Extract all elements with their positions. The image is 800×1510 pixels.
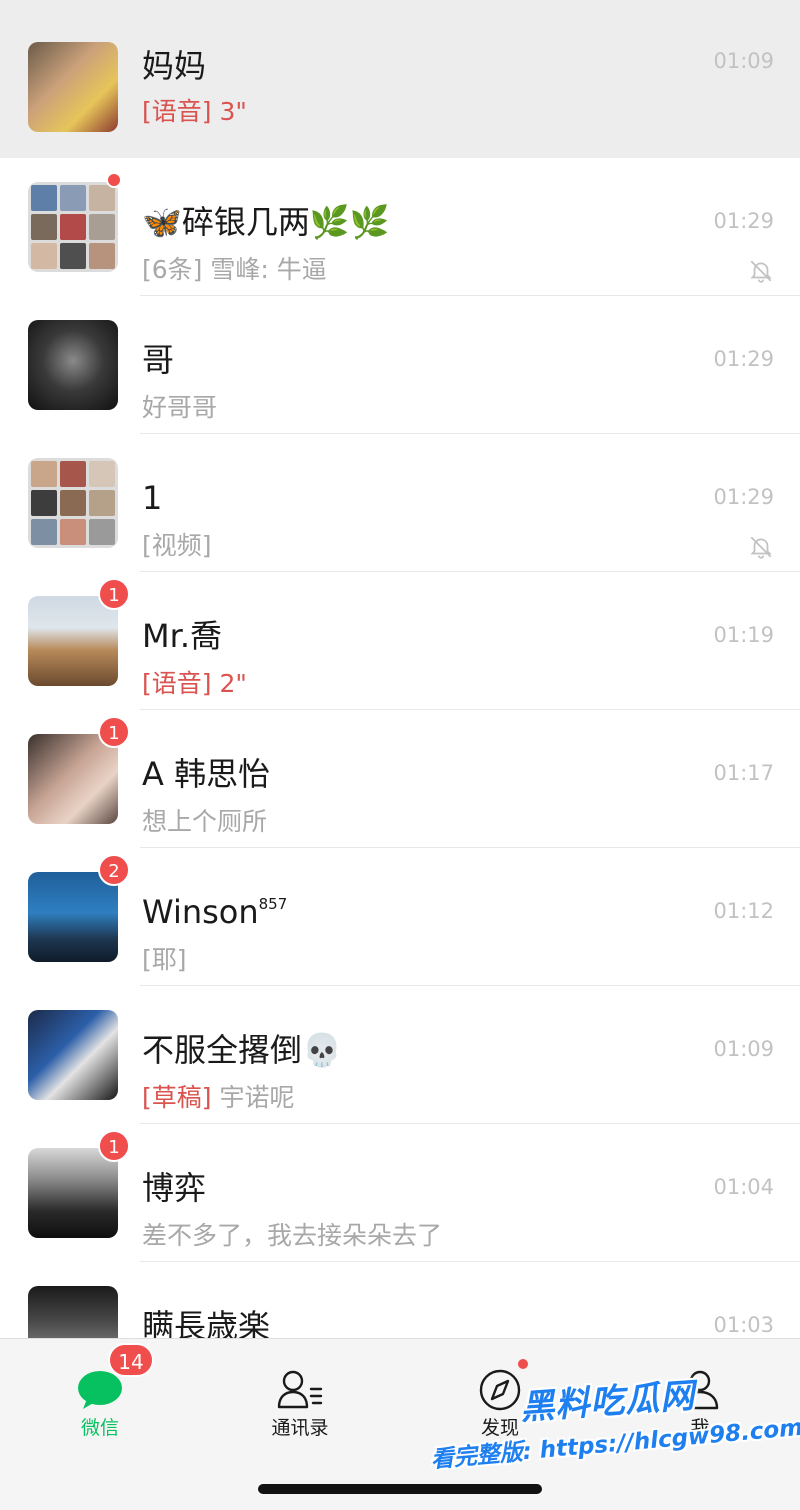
chat-row-group-1[interactable]: 1 [视频] 01:29 [0,434,800,572]
chat-name: 不服全撂倒💀 [142,1031,342,1069]
chat-list: 妈妈 [语音] 3" 01:09 🦋碎银几两🌿🌿 [6条] 雪峰: 牛逼 01:… [0,0,800,1338]
chat-name: Mr.喬 [142,617,223,655]
tab-label: 通讯录 [271,1417,329,1439]
chat-name: A 韩思怡 [142,755,271,793]
chat-preview: 差不多了，我去接朵朵去了 [142,1221,443,1250]
preview-tag: [语音] 2" [142,669,247,698]
tab-label: 微信 [80,1417,119,1439]
chat-name: 妈妈 [142,47,207,85]
avatar [28,872,118,962]
chat-name-sup: 857 [258,895,288,913]
tab-weixin[interactable]: 14 微信 [0,1339,200,1469]
unread-badge: 1 [98,716,130,748]
chat-row-ge[interactable]: 哥 好哥哥 01:29 [0,296,800,434]
chat-preview: 好哥哥 [142,393,218,422]
avatar [28,42,118,132]
avatar [28,1286,118,1338]
avatar [28,320,118,410]
chat-row-mama[interactable]: 妈妈 [语音] 3" 01:09 [0,0,800,158]
group-avatar [28,458,118,548]
chat-row-mr-qiao[interactable]: 1 Mr.喬 [语音] 2" 01:19 [0,572,800,710]
chat-time: 01:09 [713,49,774,73]
chat-time: 01:29 [713,209,774,233]
chat-preview: [语音] 3" [142,96,247,128]
chat-name: 1 [142,479,163,517]
chat-time: 01:29 [713,347,774,371]
avatar [28,1148,118,1238]
chat-time: 01:19 [713,623,774,647]
mute-bell-icon [750,536,772,559]
draft-tag: [草稿] [142,1083,212,1112]
contacts-icon [277,1370,323,1409]
avatar [28,596,118,686]
chat-name: 博弈 [142,1169,207,1207]
chat-preview: 想上个厕所 [142,807,268,836]
group-avatar [28,182,118,272]
chat-row-bufu[interactable]: 不服全撂倒💀 [草稿] 宇诺呢 01:09 [0,986,800,1124]
chat-name-text: Winson [142,893,259,931]
preview-tag: [语音] 3" [142,97,247,126]
chat-preview: [耶] [142,945,187,974]
chat-preview: [语音] 2" [142,668,247,700]
unread-badge: 2 [98,854,130,886]
tab-contacts[interactable]: 通讯录 [200,1339,400,1469]
avatar [28,1010,118,1100]
chat-row-manchang[interactable]: 瞒長歳楽 01:03 [0,1262,800,1338]
chat-time: 01:09 [713,1037,774,1061]
unread-dot [106,172,122,188]
unread-badge: 1 [98,578,130,610]
home-indicator[interactable] [258,1484,542,1494]
chat-time: 01:17 [713,761,774,785]
chat-row-boyi[interactable]: 1 博弈 差不多了，我去接朵朵去了 01:04 [0,1124,800,1262]
tab-unread-badge: 14 [108,1343,154,1377]
chat-time: 01:03 [713,1313,774,1337]
chat-name: Winson857 [142,892,287,932]
chat-name: 哥 [142,341,175,379]
discover-dot [516,1357,530,1371]
chat-time: 01:29 [713,485,774,509]
chat-time: 01:12 [713,899,774,923]
compass-icon [479,1369,521,1411]
chat-preview: [草稿] 宇诺呢 [142,1082,294,1114]
chat-preview: [视频] [142,531,212,560]
chat-row-winson[interactable]: 2 Winson857 [耶] 01:12 [0,848,800,986]
avatar [28,734,118,824]
chat-name: 瞒長歳楽 [142,1307,271,1338]
chat-name: 🦋碎银几两🌿🌿 [142,203,390,241]
unread-badge: 1 [98,1130,130,1162]
mute-bell-icon [750,260,772,283]
preview-text: 宇诺呢 [211,1083,295,1112]
chat-row-group-suiyin[interactable]: 🦋碎银几两🌿🌿 [6条] 雪峰: 牛逼 01:29 [0,158,800,296]
chat-row-han-siyi[interactable]: 1 A 韩思怡 想上个厕所 01:17 [0,710,800,848]
chat-preview: [6条] 雪峰: 牛逼 [142,255,327,284]
chat-time: 01:04 [713,1175,774,1199]
